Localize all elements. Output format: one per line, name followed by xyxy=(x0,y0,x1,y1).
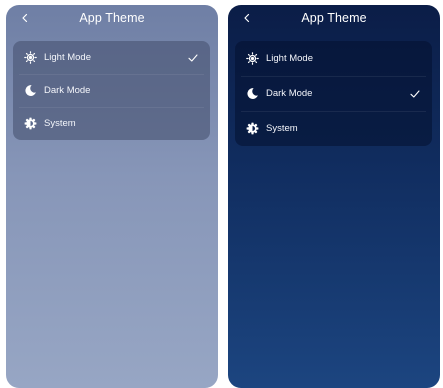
dark-theme-screen: App Theme Light Mode Dark Mode System xyxy=(228,5,440,388)
chevron-left-icon xyxy=(21,13,29,23)
light-theme-screen: App Theme Light Mode Dark Mode System xyxy=(6,5,218,388)
back-button[interactable] xyxy=(16,8,34,28)
gear-icon xyxy=(245,122,259,136)
option-system[interactable]: System xyxy=(235,111,432,146)
nav-header: App Theme xyxy=(6,5,218,35)
sun-icon xyxy=(245,52,259,66)
option-label: Light Mode xyxy=(44,52,92,63)
checkmark-icon xyxy=(187,52,199,64)
page-title: App Theme xyxy=(301,11,367,25)
theme-options-list: Light Mode Dark Mode System xyxy=(13,41,210,140)
theme-options-list: Light Mode Dark Mode System xyxy=(235,41,432,146)
back-button[interactable] xyxy=(238,8,256,28)
option-system[interactable]: System xyxy=(13,107,210,140)
page-title: App Theme xyxy=(79,11,145,25)
option-label: System xyxy=(266,123,298,134)
option-label: Dark Mode xyxy=(44,85,91,96)
nav-header: App Theme xyxy=(228,5,440,35)
option-dark-mode[interactable]: Dark Mode xyxy=(235,76,432,111)
chevron-left-icon xyxy=(243,13,251,23)
moon-icon xyxy=(23,84,37,98)
comparison-stage: App Theme Light Mode Dark Mode System Ap… xyxy=(0,0,443,388)
option-label: System xyxy=(44,118,76,129)
option-label: Dark Mode xyxy=(266,88,313,99)
gear-icon xyxy=(23,117,37,131)
option-dark-mode[interactable]: Dark Mode xyxy=(13,74,210,107)
checkmark-icon xyxy=(409,88,421,100)
option-label: Light Mode xyxy=(266,53,314,64)
option-light-mode[interactable]: Light Mode xyxy=(13,41,210,74)
option-light-mode[interactable]: Light Mode xyxy=(235,41,432,76)
sun-icon xyxy=(23,51,37,65)
moon-icon xyxy=(245,87,259,101)
